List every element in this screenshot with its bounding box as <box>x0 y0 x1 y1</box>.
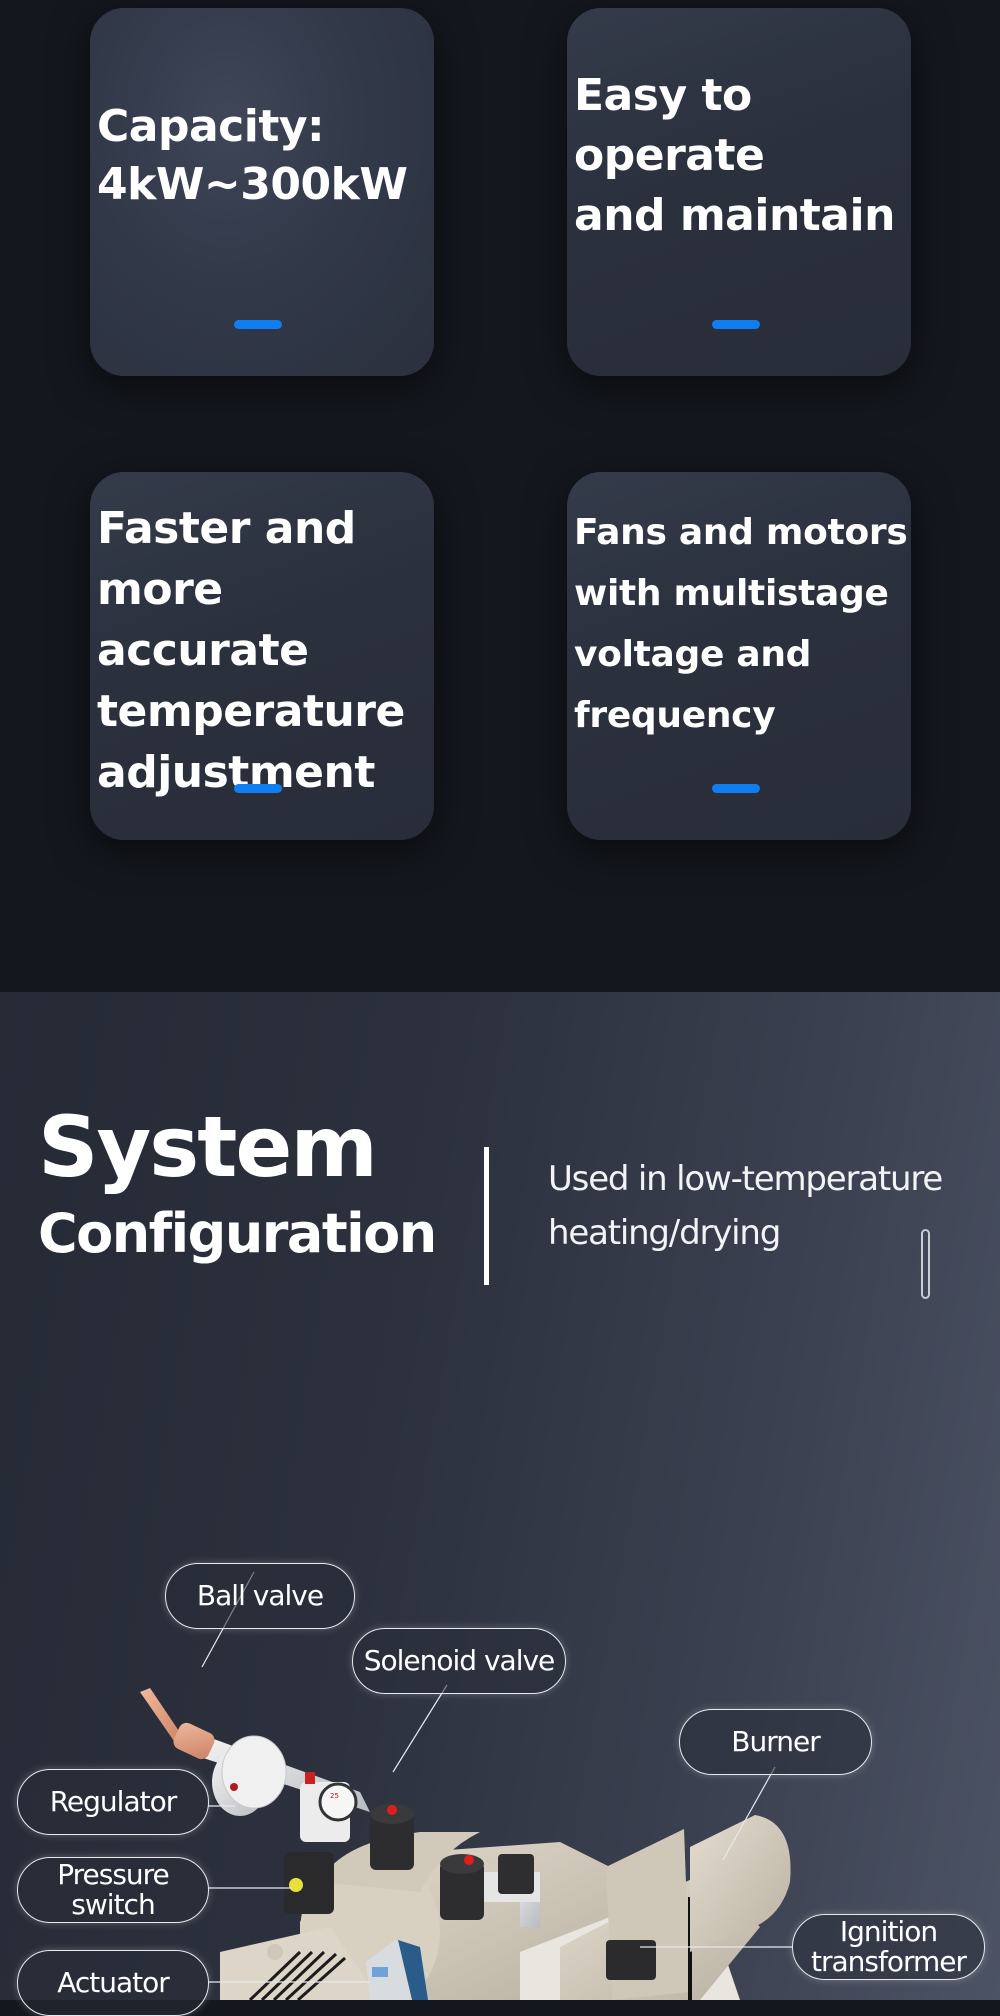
callout-burner: Burner <box>679 1709 872 1775</box>
callout-ignition-transformer: Ignition transformer <box>792 1914 985 1980</box>
burner-diagram: 25 Ball valve Solenoid valve Burner Regu… <box>0 992 1000 2016</box>
pressure-switch-part <box>284 1852 334 1914</box>
callout-ball-valve: Ball valve <box>165 1563 355 1629</box>
feature-card-text: Capacity: 4kW~300kW <box>97 101 408 210</box>
feature-card-text: Faster and more accurate temperature adj… <box>97 503 405 798</box>
features-section: Capacity: 4kW~300kW Easy to operate and … <box>0 0 1000 992</box>
callout-pressure-switch: Pressure switch <box>17 1857 209 1923</box>
feature-card-easy-operate: Easy to operate and maintain <box>567 8 911 376</box>
feature-card-temperature: Faster and more accurate temperature adj… <box>90 472 434 840</box>
svg-text:25: 25 <box>330 1792 339 1800</box>
feature-card-accent-bar <box>234 784 282 793</box>
burner-machine-illustration: 25 <box>140 1571 793 2000</box>
ignition-transformer-part <box>606 1940 656 1980</box>
feature-card-accent-bar <box>712 320 760 329</box>
callout-regulator: Regulator <box>17 1769 209 1835</box>
feature-card-text: Easy to operate and maintain <box>574 70 895 241</box>
callout-solenoid-valve: Solenoid valve <box>352 1628 566 1694</box>
feature-card-accent-bar <box>712 784 760 793</box>
feature-card-capacity: Capacity: 4kW~300kW <box>90 8 434 376</box>
feature-card-fans-motors: Fans and motors with multistage voltage … <box>567 472 911 840</box>
system-configuration-section: System Configuration Used in low-tempera… <box>0 992 1000 2016</box>
feature-card-accent-bar <box>234 320 282 329</box>
ball-valve-part <box>140 1688 215 1760</box>
pressure-gauge: 25 <box>318 1782 358 1822</box>
callout-actuator: Actuator <box>17 1950 209 2016</box>
feature-card-text: Fans and motors with multistage voltage … <box>574 512 908 736</box>
